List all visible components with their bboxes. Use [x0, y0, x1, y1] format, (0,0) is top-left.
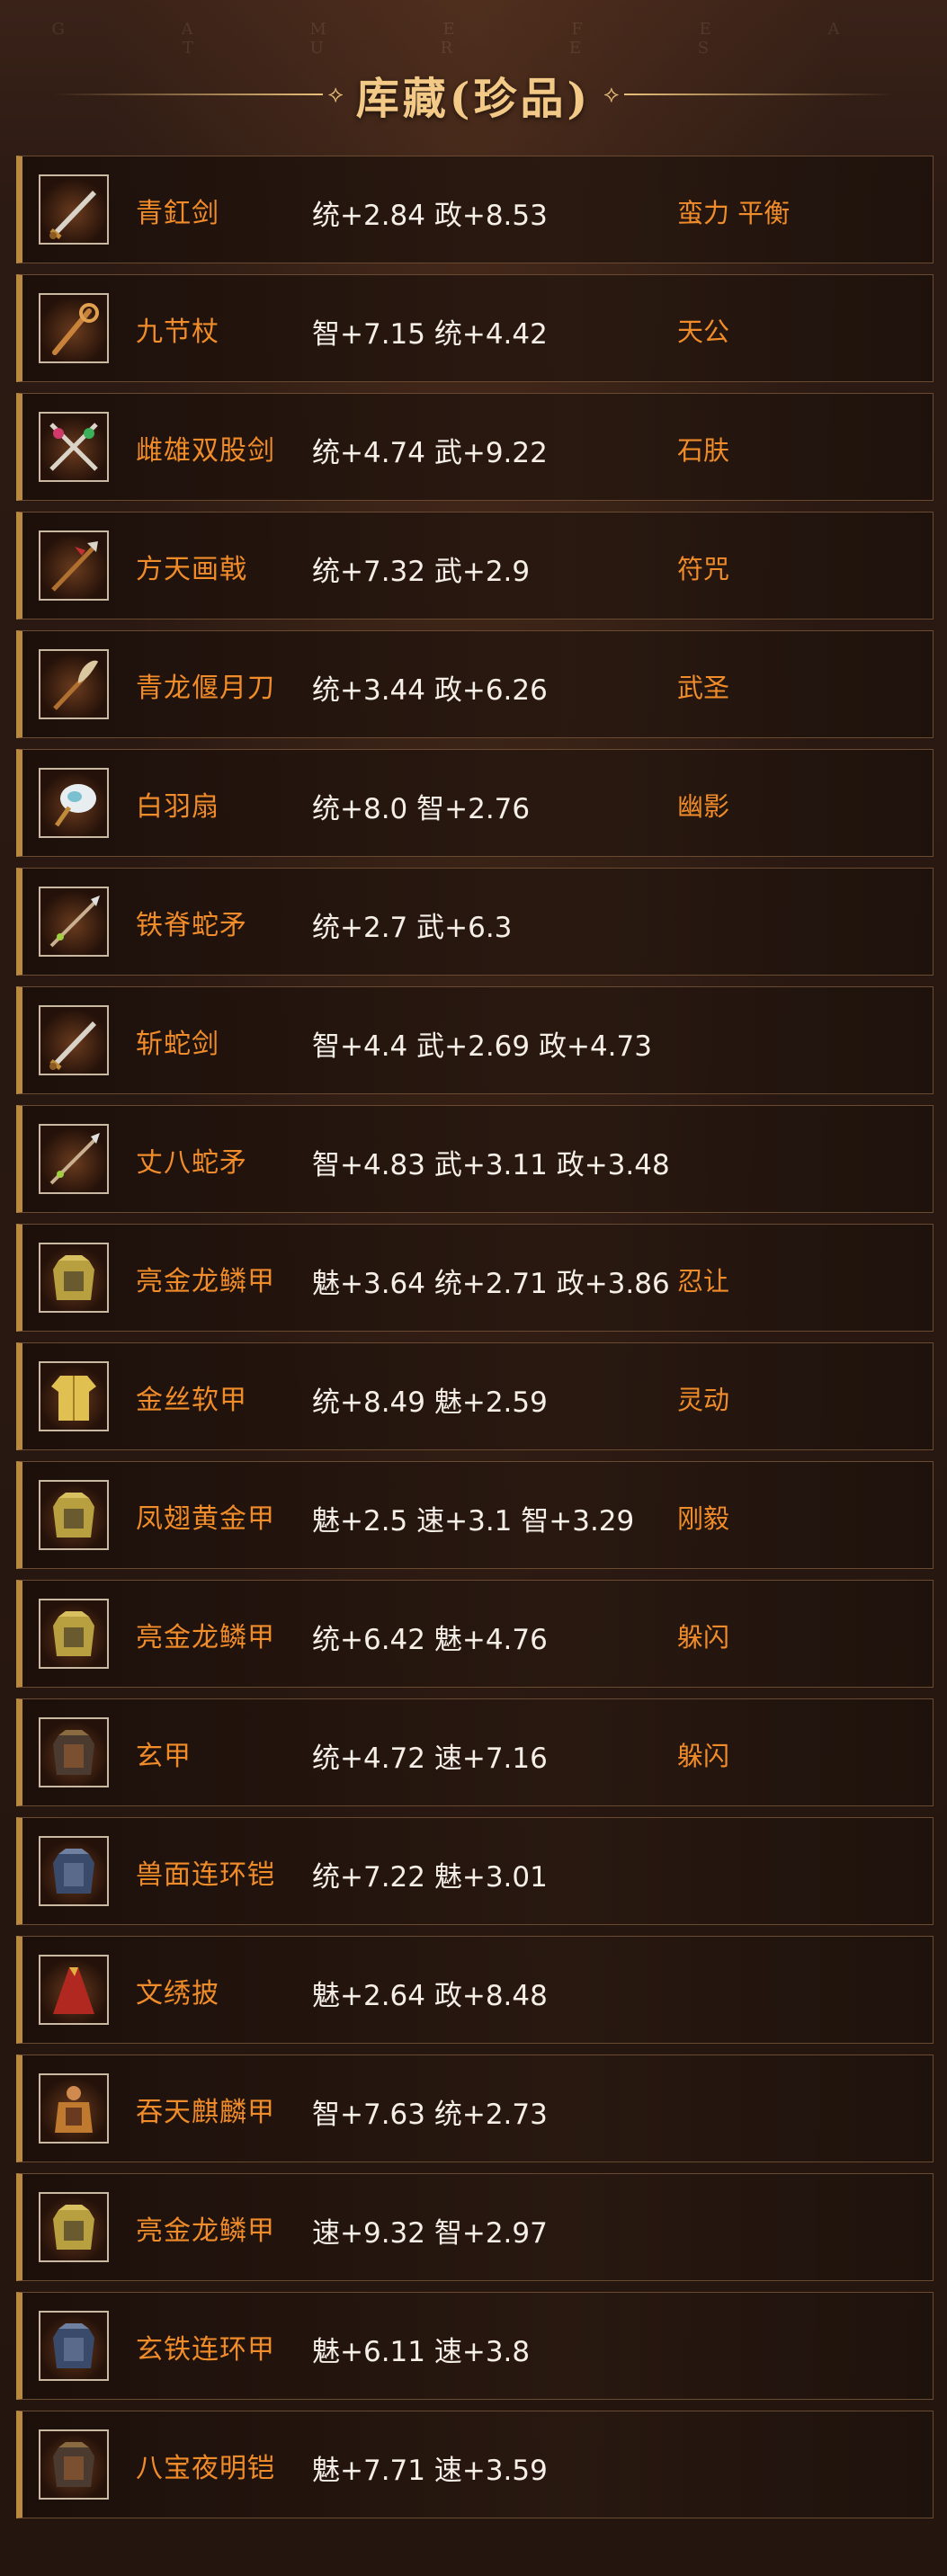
item-skill: 灵动 [677, 1385, 730, 1415]
item-stats: 速+9.32 智+2.97 [312, 2217, 548, 2250]
treasure-row[interactable]: 九节杖 智+7.15 统+4.42 天公 [16, 274, 934, 382]
item-stats: 统+4.74 武+9.22 [312, 437, 548, 469]
item-skill: 符咒 [677, 554, 730, 584]
treasure-row[interactable]: 白羽扇 统+8.0 智+2.76 幽影 [16, 749, 934, 857]
item-skill: 躲闪 [677, 1741, 730, 1771]
item-name: 八宝夜明铠 [136, 2453, 275, 2484]
item-stats: 统+6.42 魅+4.76 [312, 1624, 548, 1656]
treasure-row[interactable]: 玄甲 统+4.72 速+7.16 躲闪 [16, 1698, 934, 1806]
feather-fan-icon [39, 768, 109, 838]
item-stats: 魅+7.71 速+3.59 [312, 2455, 548, 2487]
item-name: 兽面连环铠 [136, 1859, 275, 1891]
item-name: 亮金龙鳞甲 [136, 2215, 275, 2247]
item-name: 斩蛇剑 [136, 1029, 219, 1060]
page-header: G A M E F E A T U R E S ⟡ 库藏(珍品) ⟡ [0, 0, 947, 153]
item-skill: 忍让 [677, 1266, 730, 1297]
item-skill: 刚毅 [677, 1503, 730, 1534]
title-row: ⟡ 库藏(珍品) ⟡ [0, 63, 947, 126]
item-name: 方天画戟 [136, 554, 247, 585]
item-name: 凤翅黄金甲 [136, 1503, 275, 1535]
item-name: 亮金龙鳞甲 [136, 1622, 275, 1653]
cloak-icon [39, 1955, 109, 2025]
item-stats: 魅+2.5 速+3.1 智+3.29 [312, 1505, 635, 1538]
item-skill: 躲闪 [677, 1622, 730, 1653]
item-stats: 统+7.22 魅+3.01 [312, 1861, 548, 1894]
armor-icon [39, 1599, 109, 1669]
title-divider-right [624, 94, 895, 95]
spear-icon [39, 887, 109, 957]
dark-armor-icon [39, 2429, 109, 2500]
item-name: 文绣披 [136, 1978, 219, 2010]
treasure-row[interactable]: 亮金龙鳞甲 魅+3.64 统+2.71 政+3.86 忍让 [16, 1224, 934, 1332]
item-stats: 智+4.4 武+2.69 政+4.73 [312, 1030, 652, 1063]
halberd-icon [39, 530, 109, 601]
warrior-armor-icon [39, 2073, 109, 2144]
item-name: 雌雄双股剑 [136, 435, 275, 467]
item-stats: 智+4.83 武+3.11 政+3.48 [312, 1149, 670, 1181]
ornament-left-icon: ⟡ [327, 80, 344, 108]
item-stats: 魅+3.64 统+2.71 政+3.86 [312, 1268, 670, 1300]
armor-icon [39, 1243, 109, 1313]
item-stats: 统+8.49 魅+2.59 [312, 1386, 548, 1419]
item-name: 亮金龙鳞甲 [136, 1266, 275, 1297]
item-stats: 统+3.44 政+6.26 [312, 674, 548, 707]
item-skill: 天公 [677, 316, 730, 347]
item-stats: 统+2.7 武+6.3 [312, 912, 513, 944]
staff-icon [39, 293, 109, 363]
item-stats: 智+7.15 统+4.42 [312, 318, 548, 351]
dark-armor-icon [39, 1717, 109, 1787]
blue-armor-icon [39, 1836, 109, 1906]
treasure-row[interactable]: 青龙偃月刀 统+3.44 政+6.26 武圣 [16, 630, 934, 738]
treasure-row[interactable]: 方天画戟 统+7.32 武+2.9 符咒 [16, 512, 934, 619]
item-stats: 魅+2.64 政+8.48 [312, 1980, 548, 2012]
robe-icon [39, 1361, 109, 1431]
item-name: 金丝软甲 [136, 1385, 247, 1416]
item-stats: 智+7.63 统+2.73 [312, 2099, 548, 2131]
item-stats: 统+8.0 智+2.76 [312, 793, 531, 825]
page-title: 库藏(珍品) [355, 74, 592, 124]
treasure-row[interactable]: 凤翅黄金甲 魅+2.5 速+3.1 智+3.29 刚毅 [16, 1461, 934, 1569]
item-name: 丈八蛇矛 [136, 1147, 247, 1179]
armor-icon [39, 1480, 109, 1550]
item-stats: 统+7.32 武+2.9 [312, 556, 531, 588]
item-name: 白羽扇 [136, 791, 219, 823]
item-name: 铁脊蛇矛 [136, 910, 247, 941]
glaive-icon [39, 649, 109, 719]
treasure-row[interactable]: 金丝软甲 统+8.49 魅+2.59 灵动 [16, 1342, 934, 1450]
treasure-row[interactable]: 兽面连环铠 统+7.22 魅+3.01 [16, 1817, 934, 1925]
title-divider-left [52, 94, 323, 95]
item-stats: 统+2.84 政+8.53 [312, 200, 548, 232]
sword-icon [39, 174, 109, 245]
sword-icon [39, 1005, 109, 1075]
item-name: 玄铁连环甲 [136, 2334, 275, 2366]
item-name: 青龙偃月刀 [136, 673, 275, 704]
item-name: 吞天麒麟甲 [136, 2097, 275, 2128]
item-skill: 武圣 [677, 673, 730, 703]
item-name: 九节杖 [136, 316, 219, 348]
treasure-row[interactable]: 雌雄双股剑 统+4.74 武+9.22 石肤 [16, 393, 934, 501]
blue-armor-icon [39, 2311, 109, 2381]
treasure-row[interactable]: 八宝夜明铠 魅+7.71 速+3.59 [16, 2411, 934, 2518]
header-watermark: G A M E F E A T U R E S [51, 20, 896, 58]
armor-icon [39, 2192, 109, 2262]
item-skill: 幽影 [677, 791, 730, 822]
treasure-row[interactable]: 玄铁连环甲 魅+6.11 速+3.8 [16, 2292, 934, 2400]
item-stats: 魅+6.11 速+3.8 [312, 2336, 531, 2368]
twin-swords-icon [39, 412, 109, 482]
treasure-row[interactable]: 丈八蛇矛 智+4.83 武+3.11 政+3.48 [16, 1105, 934, 1213]
item-name: 青釭剑 [136, 198, 219, 229]
item-skill: 蛮力 平衡 [677, 198, 791, 228]
treasure-row[interactable]: 亮金龙鳞甲 统+6.42 魅+4.76 躲闪 [16, 1580, 934, 1688]
spear-icon [39, 1124, 109, 1194]
treasure-row[interactable]: 吞天麒麟甲 智+7.63 统+2.73 [16, 2055, 934, 2162]
item-skill: 石肤 [677, 435, 730, 466]
treasure-row[interactable]: 青釭剑 统+2.84 政+8.53 蛮力 平衡 [16, 156, 934, 263]
ornament-right-icon: ⟡ [603, 80, 620, 108]
treasure-row[interactable]: 亮金龙鳞甲 速+9.32 智+2.97 [16, 2173, 934, 2281]
item-name: 玄甲 [136, 1741, 192, 1772]
treasure-row[interactable]: 斩蛇剑 智+4.4 武+2.69 政+4.73 [16, 986, 934, 1094]
treasure-row[interactable]: 文绣披 魅+2.64 政+8.48 [16, 1936, 934, 2044]
treasure-row[interactable]: 铁脊蛇矛 统+2.7 武+6.3 [16, 868, 934, 976]
item-stats: 统+4.72 速+7.16 [312, 1743, 548, 1775]
